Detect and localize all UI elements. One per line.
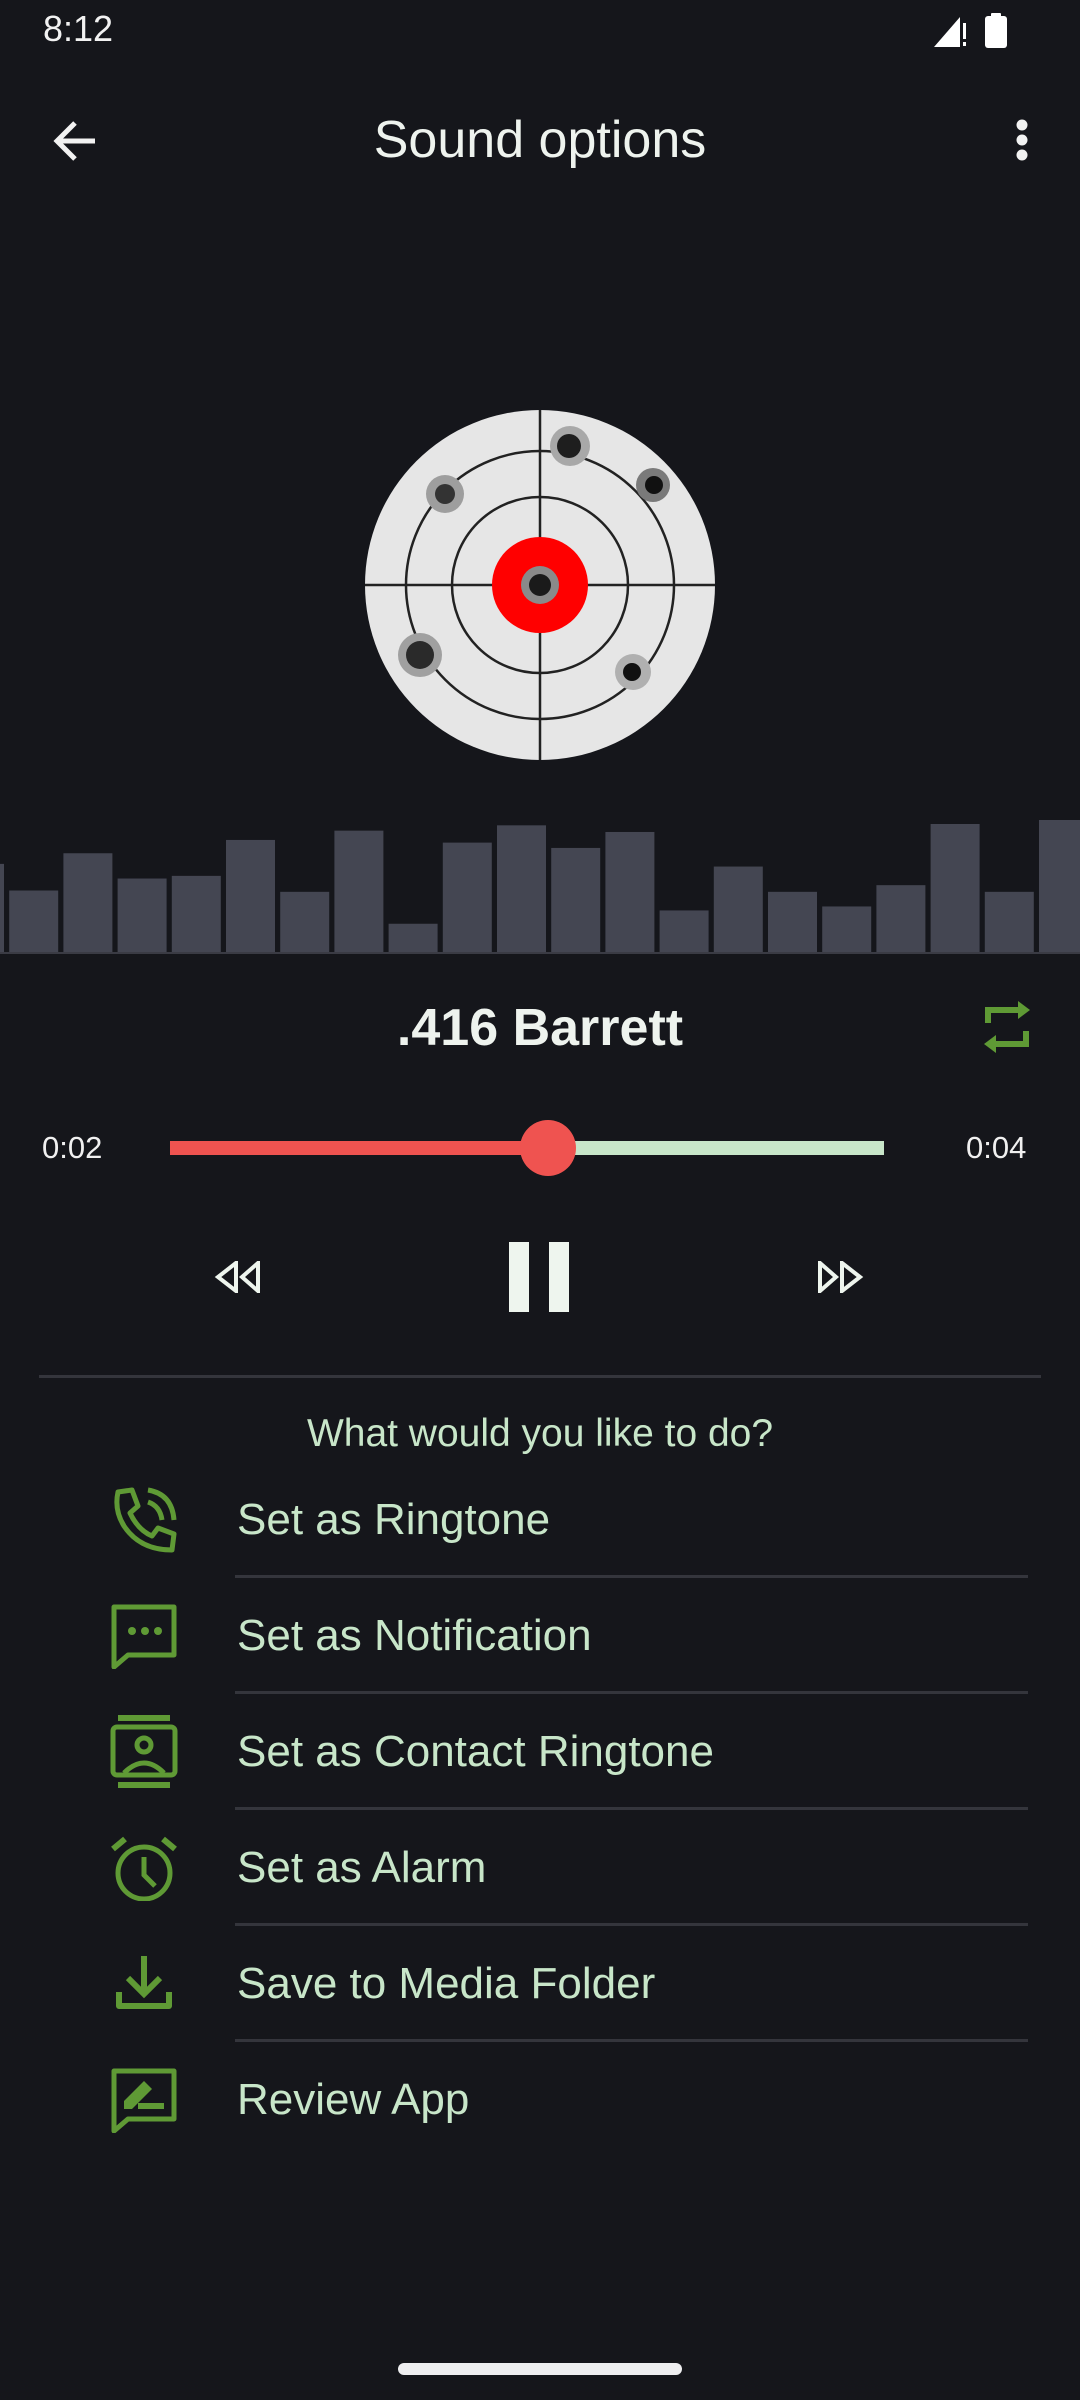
track-title: .416 Barrett	[396, 999, 684, 1057]
battery-full-icon	[985, 13, 1007, 48]
waveform-bar	[768, 891, 817, 953]
action-set-contact-ringtone[interactable]: Set as Contact Ringtone	[0, 1692, 1080, 1810]
waveform-bar	[605, 831, 655, 953]
action-label: Review App	[237, 2075, 470, 2124]
waveform-bar	[930, 823, 980, 953]
status-time: 8:12	[43, 8, 114, 49]
phone-ringing-icon	[106, 1484, 182, 1556]
action-save-to-media-folder[interactable]: Save to Media Folder	[0, 1924, 1080, 2042]
waveform-bar	[497, 825, 546, 953]
waveform-bar	[822, 906, 872, 953]
signal-alert-icon	[934, 17, 966, 47]
contact-card-icon	[106, 1715, 182, 1788]
page-title: Sound options	[373, 111, 707, 169]
actions-prompt: What would you like to do?	[306, 1412, 774, 1455]
home-indicator[interactable]	[398, 2363, 682, 2375]
seek-slider[interactable]	[170, 1120, 884, 1176]
pause-button[interactable]	[494, 1232, 584, 1322]
waveform-bar	[0, 863, 4, 953]
waveform-bar	[334, 830, 384, 953]
action-label: Save to Media Folder	[237, 1959, 656, 2008]
waveform-bar	[171, 875, 221, 953]
waveform-bar	[551, 847, 601, 953]
action-set-notification[interactable]: Set as Notification	[0, 1576, 1080, 1694]
chat-bubble-icon	[106, 1600, 182, 1672]
fast-forward-button[interactable]	[800, 1242, 880, 1312]
waveform-bar	[713, 866, 763, 953]
repeat-button[interactable]	[975, 995, 1039, 1059]
waveform-bar	[226, 839, 275, 953]
section-divider	[39, 1375, 1041, 1378]
more-options-button[interactable]	[990, 106, 1054, 176]
time-total: 0:04	[966, 1130, 1027, 1165]
waveform-bar	[984, 891, 1034, 953]
waveform-bar	[63, 853, 113, 953]
rewind-icon	[214, 1261, 260, 1293]
action-set-alarm[interactable]: Set as Alarm	[0, 1808, 1080, 1926]
repeat-icon	[984, 1001, 1030, 1053]
waveform-bar	[280, 891, 330, 953]
action-review-app[interactable]: Review App	[0, 2040, 1080, 2156]
waveform-bar	[876, 885, 926, 953]
waveform-bar	[659, 910, 709, 953]
waveform-bar	[442, 842, 492, 953]
action-label: Set as Alarm	[237, 1843, 487, 1892]
seek-thumb[interactable]	[520, 1120, 577, 1176]
action-label: Set as Contact Ringtone	[237, 1727, 714, 1776]
seek-track-played	[170, 1141, 549, 1155]
fast-forward-icon	[818, 1261, 864, 1293]
waveform-bar	[9, 890, 59, 953]
rewind-button[interactable]	[198, 1242, 278, 1312]
time-elapsed: 0:02	[42, 1130, 103, 1165]
waveform-bar	[1039, 820, 1080, 953]
target-artwork	[365, 410, 715, 760]
pause-icon	[509, 1242, 569, 1312]
download-icon	[106, 1948, 182, 2020]
waveform	[0, 820, 1080, 954]
waveform-bar	[388, 923, 438, 953]
action-label: Set as Ringtone	[237, 1495, 551, 1544]
rate-review-icon	[106, 2064, 182, 2136]
action-set-ringtone[interactable]: Set as Ringtone	[0, 1460, 1080, 1578]
waveform-bar	[117, 878, 167, 953]
alarm-clock-icon	[106, 1832, 182, 1904]
action-label: Set as Notification	[237, 1611, 592, 1660]
more-vertical-icon	[1016, 119, 1028, 161]
